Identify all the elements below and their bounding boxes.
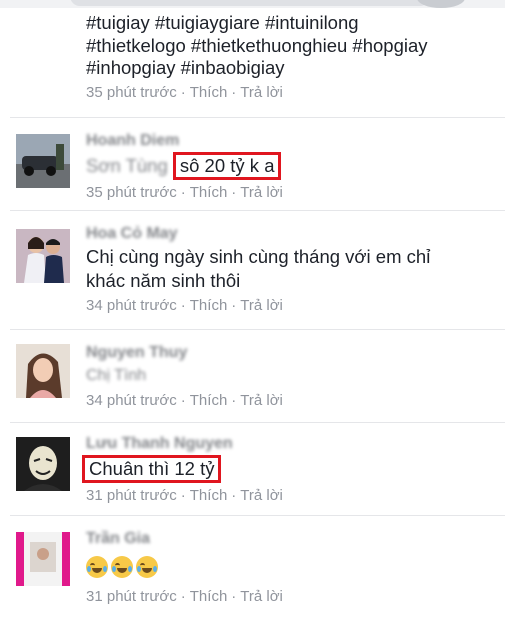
post-hashtags: #tuigiay #tuigiaygiare #intuinilong #thi… xyxy=(86,12,496,101)
meta-dot: · xyxy=(231,184,237,201)
meta-dot: · xyxy=(231,297,237,314)
meta-dot: · xyxy=(180,588,186,605)
comment-body: sô 20 tỷ k a xyxy=(179,155,275,176)
hashtag-line[interactable]: #thietkelogo #thietkethuonghieu #hopgiay xyxy=(86,35,428,56)
separator xyxy=(10,422,505,423)
commenter-name[interactable]: Lưu Thanh Nguyen xyxy=(86,435,496,455)
comment-meta: 34 phút trước · Thích · Trả lời xyxy=(86,297,496,314)
hashtag-line[interactable]: #tuigiay #tuigiaygiare #intuinilong xyxy=(86,12,359,33)
like-link[interactable]: Thích xyxy=(190,588,228,605)
comment-text xyxy=(86,550,496,584)
comment-meta: 31 phút trước · Thích · Trả lời xyxy=(86,588,496,605)
couple-photo-avatar[interactable] xyxy=(16,229,70,283)
timestamp: 35 phút trước xyxy=(86,184,177,201)
timestamp: 31 phút trước xyxy=(86,588,177,605)
top-bar xyxy=(0,0,505,8)
like-link[interactable]: Thích xyxy=(190,487,228,504)
separator xyxy=(10,117,505,118)
separator xyxy=(10,210,505,211)
like-link[interactable]: Thích xyxy=(190,297,228,314)
meta-dot: · xyxy=(180,392,186,409)
commenter-name[interactable]: Hoa Cỏ May xyxy=(86,225,496,245)
like-link[interactable]: Thích xyxy=(190,392,228,409)
meta-dot: · xyxy=(180,297,186,314)
reply-link[interactable]: Trả lời xyxy=(240,297,283,314)
search-bar[interactable] xyxy=(70,0,430,6)
like-link[interactable]: Thích xyxy=(190,84,228,101)
post-meta: 35 phút trước · Thích · Trả lời xyxy=(86,84,496,101)
tears-of-joy-emoji xyxy=(136,555,158,578)
comment-text: Chị cùng ngày sinh cùng tháng với em chỉ… xyxy=(86,246,431,291)
highlight-box: Chuân thì 12 tỷ xyxy=(82,455,222,483)
mask-photo-avatar[interactable] xyxy=(16,437,70,491)
comment-body: Chuân thì 12 tỷ xyxy=(89,458,215,479)
highlight-box: sô 20 tỷ k a xyxy=(172,152,282,180)
timestamp: 31 phút trước xyxy=(86,487,177,504)
reply-link[interactable]: Trả lời xyxy=(240,184,283,201)
car-photo-avatar[interactable] xyxy=(16,134,70,188)
hashtag-line[interactable]: #inhopgiay #inbaobigiay xyxy=(86,57,285,78)
comment-text: Sơn Tùng sô 20 tỷ k a xyxy=(86,152,496,180)
commenter-name[interactable]: Trần Gia xyxy=(86,530,496,550)
reply-link[interactable]: Trả lời xyxy=(240,392,283,409)
tears-of-joy-emoji xyxy=(86,555,108,578)
commenter-name[interactable]: Nguyen Thuy xyxy=(86,344,496,364)
like-link[interactable]: Thích xyxy=(190,184,228,201)
commenter-name[interactable]: Hoanh Diem xyxy=(86,132,496,152)
meta-dot: · xyxy=(231,392,237,409)
meta-dot: · xyxy=(231,487,237,504)
comment-meta: 35 phút trước · Thích · Trả lời xyxy=(86,184,496,201)
comment-text: Chuân thì 12 tỷ xyxy=(82,455,496,483)
meta-dot: · xyxy=(180,184,186,201)
comment-meta: 34 phút trước · Thích · Trả lời xyxy=(86,392,496,409)
pink-photo-avatar[interactable] xyxy=(16,532,70,586)
reply-link[interactable]: Trả lời xyxy=(240,588,283,605)
meta-dot: · xyxy=(180,487,186,504)
profile-icon[interactable] xyxy=(417,0,465,8)
comment-text: Chị Tình xyxy=(86,367,147,384)
mention-tag[interactable]: Sơn Tùng xyxy=(86,155,168,176)
meta-dot: · xyxy=(180,83,186,101)
reply-link[interactable]: Trả lời xyxy=(240,487,283,504)
timestamp: 34 phút trước xyxy=(86,297,177,314)
timestamp: 34 phút trước xyxy=(86,392,177,409)
meta-dot: · xyxy=(231,83,237,101)
comment-meta: 31 phút trước · Thích · Trả lời xyxy=(86,487,496,504)
woman-photo-avatar[interactable] xyxy=(16,344,70,398)
tears-of-joy-emoji xyxy=(111,555,133,578)
reply-link[interactable]: Trả lời xyxy=(240,84,283,101)
meta-dot: · xyxy=(231,588,237,605)
separator xyxy=(10,329,505,330)
timestamp: 35 phút trước xyxy=(86,83,177,101)
separator xyxy=(10,515,505,516)
